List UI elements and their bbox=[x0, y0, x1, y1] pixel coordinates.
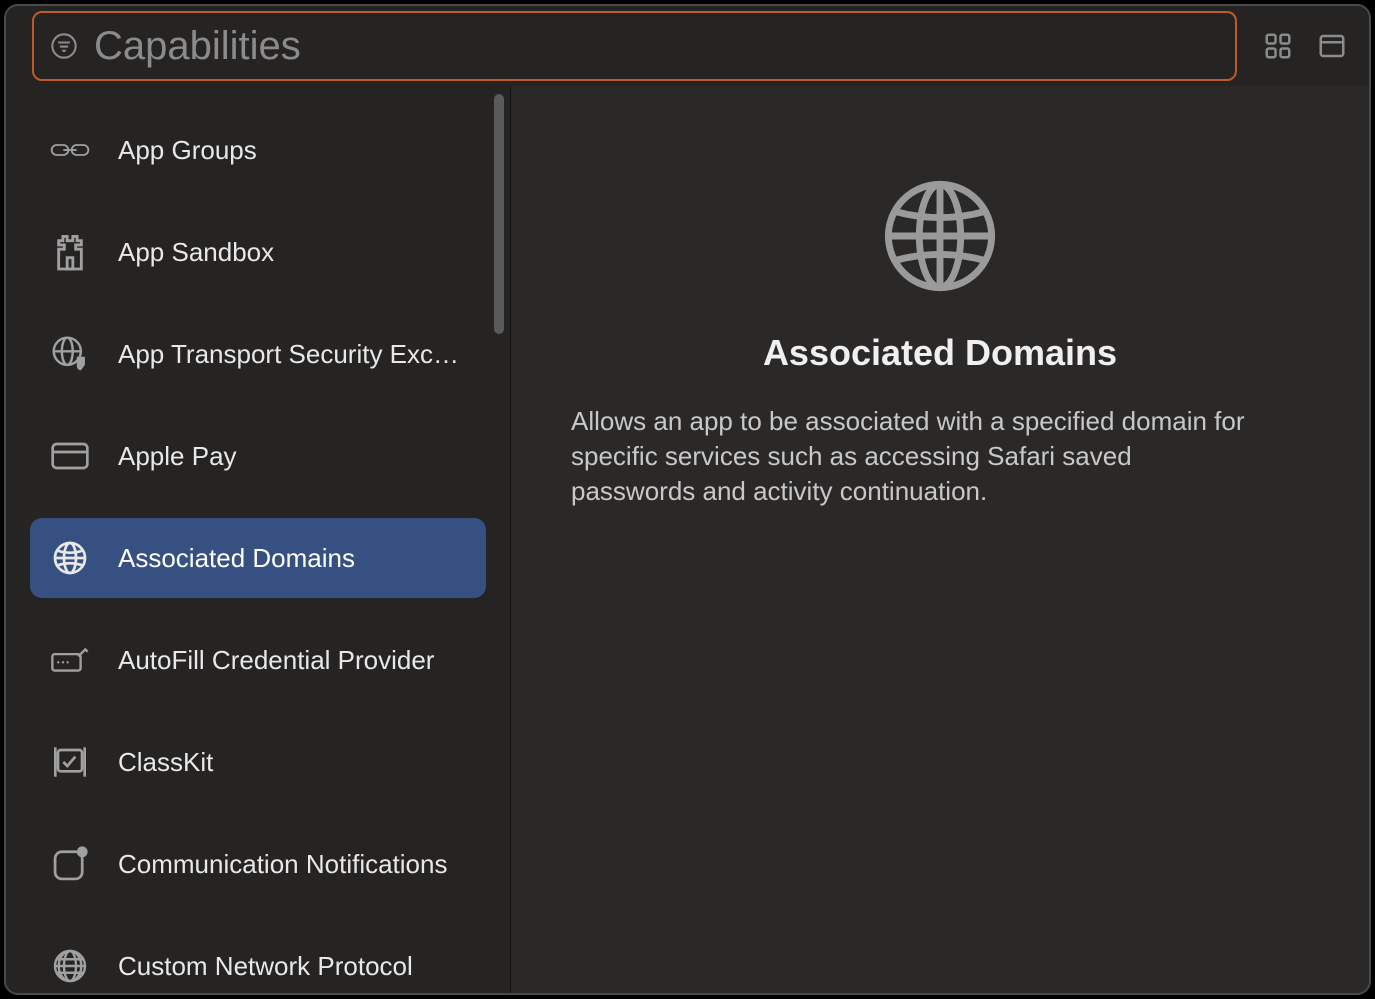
search-input[interactable] bbox=[94, 13, 1221, 79]
detail-title: Associated Domains bbox=[763, 332, 1117, 374]
detail-pane: Associated Domains Allows an app to be a… bbox=[511, 86, 1369, 993]
sidebar-item-label: App Sandbox bbox=[118, 237, 466, 268]
sidebar-item-apple-pay[interactable]: Apple Pay bbox=[30, 416, 486, 496]
link-icon bbox=[50, 130, 90, 170]
sidebar-item-label: ClassKit bbox=[118, 747, 466, 778]
sidebar-container: App Groups App Sandbox bbox=[6, 86, 511, 993]
sidebar-item-autofill-credential[interactable]: AutoFill Credential Provider bbox=[30, 620, 486, 700]
sidebar-item-custom-network-protocol[interactable]: Custom Network Protocol bbox=[30, 926, 486, 993]
header-bar bbox=[6, 6, 1369, 86]
body: App Groups App Sandbox bbox=[6, 86, 1369, 993]
globe-icon bbox=[50, 538, 90, 578]
sidebar-item-label: App Transport Security Exce… bbox=[118, 339, 466, 370]
classkit-icon bbox=[50, 742, 90, 782]
search-field[interactable] bbox=[32, 11, 1237, 81]
sidebar-item-label: Apple Pay bbox=[118, 441, 466, 472]
detail-description: Allows an app to be associated with a sp… bbox=[571, 404, 1261, 509]
capabilities-window: App Groups App Sandbox bbox=[4, 4, 1371, 995]
globe-network-icon bbox=[50, 946, 90, 986]
sidebar-scrollbar[interactable] bbox=[494, 94, 504, 334]
globe-shield-icon bbox=[50, 334, 90, 374]
sidebar-item-associated-domains[interactable]: Associated Domains bbox=[30, 518, 486, 598]
sidebar-item-label: Communication Notifications bbox=[118, 849, 466, 880]
sidebar-item-communication-notifications[interactable]: Communication Notifications bbox=[30, 824, 486, 904]
sidebar-item-app-groups[interactable]: App Groups bbox=[30, 110, 486, 190]
sidebar-item-label: Custom Network Protocol bbox=[118, 951, 466, 982]
autofill-icon bbox=[50, 640, 90, 680]
grid-view-icon[interactable] bbox=[1261, 29, 1295, 63]
globe-icon bbox=[880, 176, 1000, 296]
sidebar-item-app-sandbox[interactable]: App Sandbox bbox=[30, 212, 486, 292]
castle-icon bbox=[50, 232, 90, 272]
header-view-toggles bbox=[1251, 29, 1349, 63]
capabilities-list[interactable]: App Groups App Sandbox bbox=[6, 86, 510, 993]
sidebar-item-label: Associated Domains bbox=[118, 543, 466, 574]
sidebar-item-label: App Groups bbox=[118, 135, 466, 166]
sidebar-item-classkit[interactable]: ClassKit bbox=[30, 722, 486, 802]
panel-view-icon[interactable] bbox=[1315, 29, 1349, 63]
sidebar-item-label: AutoFill Credential Provider bbox=[118, 645, 466, 676]
sidebar-item-app-transport-security[interactable]: App Transport Security Exce… bbox=[30, 314, 486, 394]
credit-card-icon bbox=[50, 436, 90, 476]
filter-icon bbox=[48, 30, 80, 62]
notification-app-icon bbox=[50, 844, 90, 884]
